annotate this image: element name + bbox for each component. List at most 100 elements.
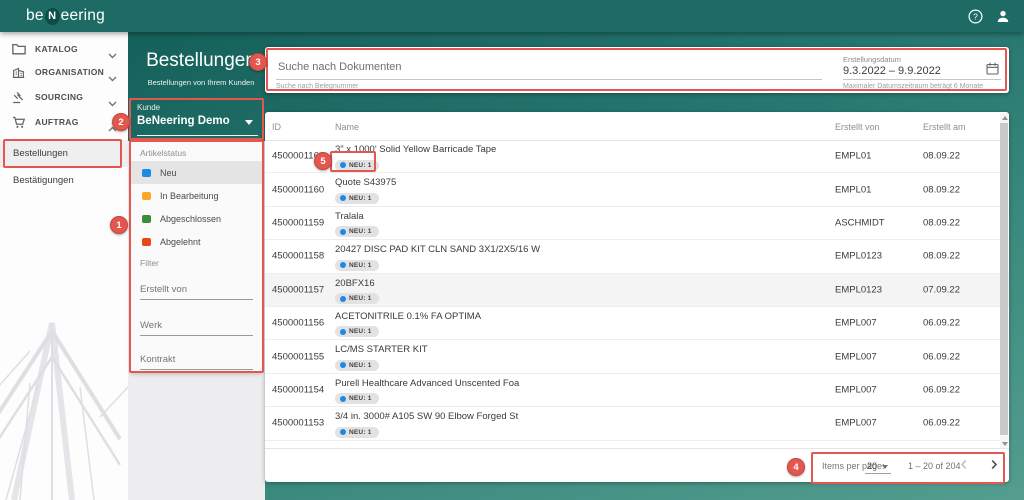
created-by: EMPL007: [835, 384, 877, 396]
sidebar-subitem-label: Bestätigungen: [13, 175, 74, 186]
filter-panel: Artikelstatus Neu In Bearbeitung Abgesch…: [131, 141, 262, 372]
calendar-icon[interactable]: [986, 62, 999, 80]
logo[interactable]: be Neering: [26, 0, 105, 32]
werk-input[interactable]: [140, 320, 253, 336]
organisation-icon: [12, 66, 27, 79]
gavel-icon: [12, 91, 27, 104]
customer-select[interactable]: Kunde BeNeering Demo: [131, 100, 262, 138]
status-badge-label: NEU: 1: [349, 328, 372, 336]
created-by: EMPL007: [835, 317, 877, 329]
orders-table-card: ID Name Erstellt von Erstellt am 4500001…: [265, 112, 1009, 482]
sidebar-item-label: KATALOG: [35, 44, 78, 54]
order-name-cell: 3/4 in. 3000# A105 SW 90 Elbow Forged St…: [335, 411, 518, 440]
created-by: EMPL007: [835, 351, 877, 363]
sidebar-item-auftrag[interactable]: AUFTRAG: [0, 111, 128, 133]
table-row[interactable]: 4500001161 3" x 1000' Solid Yellow Barri…: [265, 140, 1009, 174]
sidebar-item-sourcing[interactable]: SOURCING: [0, 86, 128, 108]
created-by: EMPL007: [835, 417, 877, 429]
status-badge-label: NEU: 1: [349, 228, 372, 236]
table-row[interactable]: 4500001158 20427 DISC PAD KIT CLN SAND 3…: [265, 240, 1009, 274]
created-at: 06.09.22: [923, 384, 960, 396]
sidebar-item-organisation[interactable]: ORGANISATION: [0, 61, 128, 83]
items-per-page-select[interactable]: 20: [865, 461, 892, 474]
sidebar-item-katalog[interactable]: KATALOG: [0, 38, 128, 60]
status-filter-abgelehnt[interactable]: Abgelehnt: [131, 230, 262, 253]
status-filter-in-bearbeitung[interactable]: In Bearbeitung: [131, 184, 262, 207]
created-by: EMPL01: [835, 184, 872, 196]
kontrakt-input[interactable]: [140, 354, 253, 370]
created-by: EMPL0123: [835, 250, 883, 262]
order-id: 4500001157: [272, 284, 325, 296]
order-name: Quote S43975: [335, 177, 397, 189]
folder-icon: [12, 43, 27, 55]
status-badge: NEU: 1: [335, 326, 379, 338]
created-at: 06.09.22: [923, 417, 960, 429]
table-row[interactable]: 4500001155 LC/MS STARTER KIT NEU: 1 EMPL…: [265, 340, 1009, 374]
created-at: 08.09.22: [923, 250, 960, 262]
sidebar-item-label: AUFTRAG: [35, 117, 79, 127]
status-dot-icon: [340, 162, 346, 168]
previous-page-button[interactable]: [959, 457, 969, 475]
search-card: Suche nach Belegnummer Erstellungsdatum …: [265, 47, 1009, 93]
table-row[interactable]: 4500001154 Purell Healthcare Advanced Un…: [265, 374, 1009, 408]
scroll-down-arrow-icon[interactable]: [1002, 442, 1008, 446]
underline: [276, 79, 822, 80]
search-hint: Suche nach Belegnummer: [276, 83, 359, 90]
column-header-name: Name: [335, 122, 360, 132]
status-dot-icon: [340, 228, 346, 235]
order-name: 3/4 in. 3000# A105 SW 90 Elbow Forged St: [335, 411, 519, 423]
date-range-value[interactable]: 9.3.2022 – 9.9.2022: [843, 65, 941, 77]
order-name-cell: 3" x 1000' Solid Yellow Barricade Tape N…: [335, 144, 496, 173]
table-row[interactable]: 4500001160 Quote S43975 NEU: 1 EMPL01 08…: [265, 173, 1009, 207]
order-id: 4500001153: [272, 417, 325, 429]
table-row[interactable]: 4500001159 Tralala NEU: 1 ASCHMIDT 08.09…: [265, 207, 1009, 241]
table-scrollbar[interactable]: [1000, 113, 1008, 449]
order-id: 4500001154: [272, 384, 325, 396]
status-badge-label: NEU: 1: [349, 395, 372, 403]
status-dot-icon: [340, 328, 346, 335]
table-row[interactable]: 4500001156 ACETONITRILE 0.1% FA OPTIMA N…: [265, 307, 1009, 341]
status-filter-neu[interactable]: Neu: [131, 161, 262, 184]
next-page-button[interactable]: [989, 457, 999, 475]
erstellt-von-input[interactable]: [140, 284, 253, 300]
status-badge-label: NEU: 1: [349, 194, 372, 202]
order-id: 4500001159: [272, 217, 325, 229]
table-row[interactable]: 4500001157 20BFX16 NEU: 1 EMPL0123 07.09…: [265, 273, 1009, 307]
sidebar-item-label: SOURCING: [35, 92, 84, 102]
sidebar-item-bestellungen[interactable]: Bestellungen: [0, 140, 128, 167]
status-badge: NEU: 1: [335, 393, 379, 405]
created-by: EMPL01: [835, 150, 872, 162]
help-icon[interactable]: ?: [968, 8, 983, 24]
user-icon[interactable]: [996, 9, 1010, 24]
status-badge-label: NEU: 1: [349, 361, 372, 369]
scroll-up-arrow-icon[interactable]: [1002, 116, 1008, 120]
status-dot-icon: [340, 395, 346, 402]
logo-n-icon: N: [44, 7, 60, 25]
status-filter-abgeschlossen[interactable]: Abgeschlossen: [131, 207, 262, 230]
underline: [843, 79, 1001, 80]
status-dot-icon: [142, 191, 151, 200]
date-range-label: Erstellungsdatum: [843, 55, 901, 64]
page-title: Bestellungen: [146, 50, 256, 71]
status-badge: NEU: 1: [335, 426, 379, 438]
table-row[interactable]: 4500001153 3/4 in. 3000# A105 SW 90 Elbo…: [265, 407, 1009, 441]
status-dot-icon: [142, 168, 151, 177]
sidebar-item-bestaetigungen[interactable]: Bestätigungen: [0, 167, 128, 194]
order-name-cell: Purell Healthcare Advanced Unscented Foa…: [335, 378, 519, 407]
scrollbar-thumb[interactable]: [1000, 123, 1008, 435]
customer-label: Kunde: [137, 103, 161, 112]
status-badge: NEU: 1: [335, 293, 379, 305]
document-search-input[interactable]: [276, 60, 816, 74]
date-range-hint: Maximaler Datumszeitraum beträgt 6 Monat…: [843, 83, 984, 90]
order-name-cell: ACETONITRILE 0.1% FA OPTIMA NEU: 1: [335, 311, 481, 340]
filter-title: Filter: [140, 258, 159, 268]
column-header-erstellt-von: Erstellt von: [835, 122, 880, 132]
order-name: LC/MS STARTER KIT: [335, 344, 428, 356]
order-id: 4500001160: [272, 184, 325, 196]
top-app-bar: be Neering ?: [0, 0, 1024, 32]
order-name-cell: Quote S43975 NEU: 1: [335, 177, 396, 206]
order-name: 20BFX16: [335, 277, 375, 289]
created-at: 06.09.22: [923, 317, 960, 329]
order-name: Purell Healthcare Advanced Unscented Foa: [335, 377, 520, 389]
order-name-cell: LC/MS STARTER KIT NEU: 1: [335, 344, 428, 373]
